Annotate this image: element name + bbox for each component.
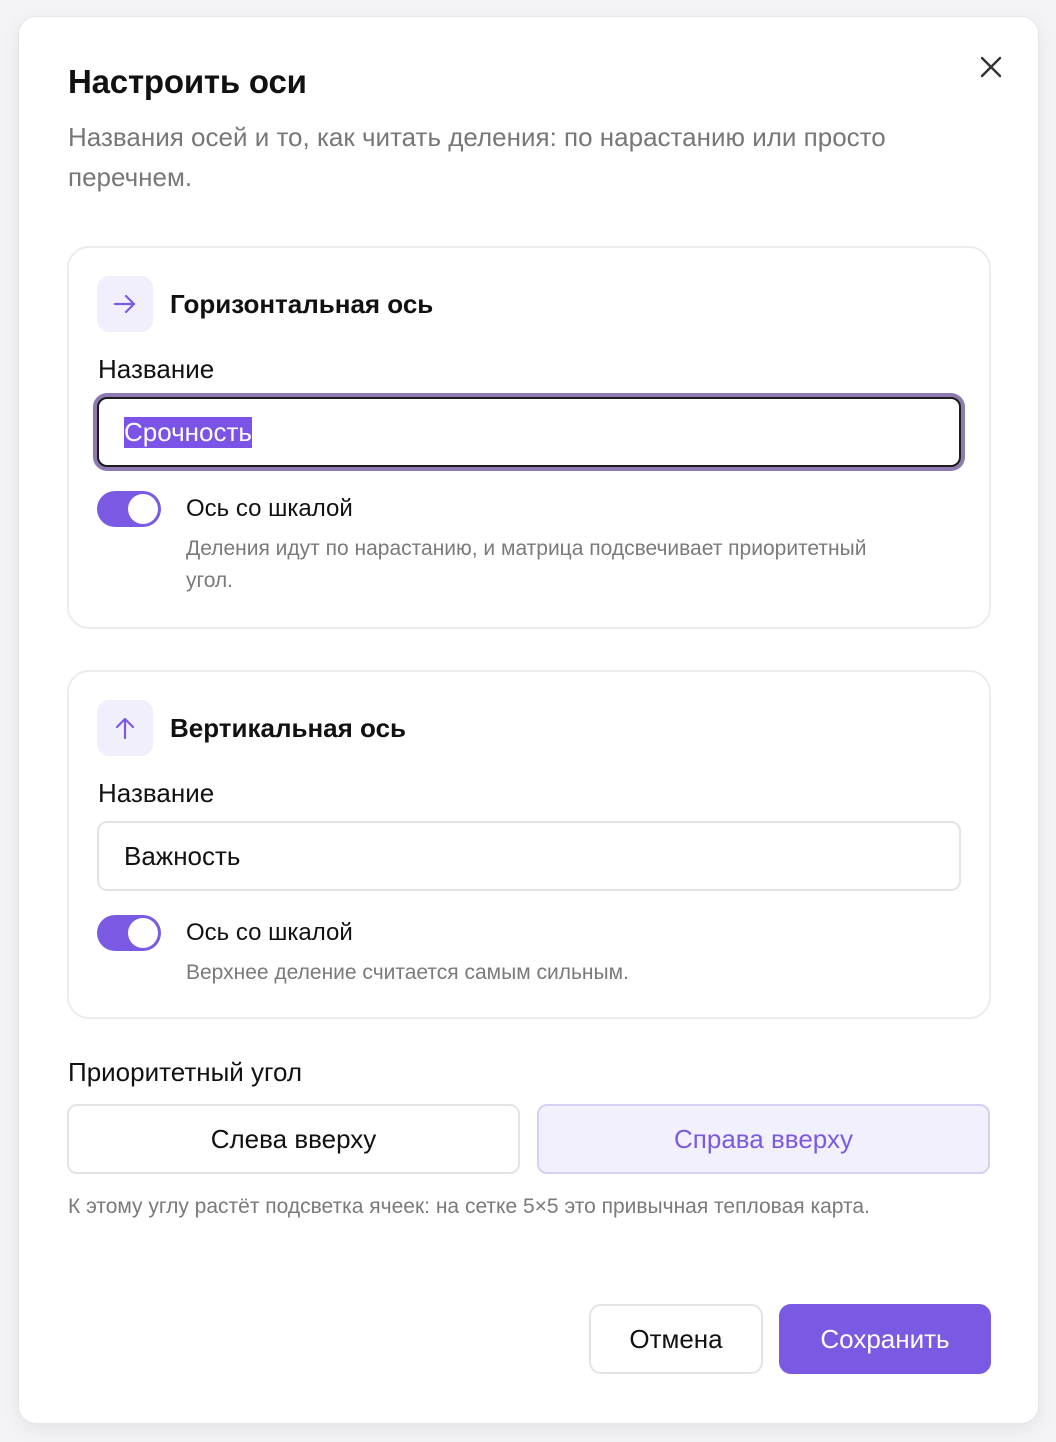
horizontal-axis-title: Горизонтальная ось: [170, 288, 434, 319]
dialog-subtitle: Названия осей и то, как читать деления: …: [68, 122, 886, 192]
toggle-knob: [128, 494, 158, 524]
horizontal-axis-scale-row: Ось со шкалой Деления идут по нарастанию…: [97, 491, 886, 597]
cancel-button[interactable]: Отмена: [589, 1304, 763, 1374]
vertical-axis-scale-row: Ось со шкалой Верхнее деление считается …: [97, 915, 886, 989]
priority-corner-top-left-button[interactable]: Слева вверху: [67, 1104, 520, 1174]
dialog-title: Настроить оси: [68, 63, 307, 100]
horizontal-axis-header: Горизонтальная ось: [97, 276, 433, 332]
priority-corner-label: Приоритетный угол: [68, 1057, 302, 1087]
axes-settings-dialog: Настроить оси Названия осей и то, как чи…: [18, 16, 1039, 1424]
priority-corner-top-right-button[interactable]: Справа вверху: [537, 1104, 990, 1174]
vertical-axis-card: Вертикальная ось Название Важность Ось с…: [67, 670, 991, 1019]
horizontal-axis-card: Горизонтальная ось Название Срочность Ос…: [67, 246, 991, 629]
vertical-axis-scale-label: Ось со шкалой: [186, 919, 353, 946]
vertical-axis-title: Вертикальная ось: [170, 712, 407, 743]
horizontal-axis-name-label: Название: [98, 354, 215, 384]
vertical-axis-scale-description: Верхнее деление считается самым сильным.: [186, 961, 629, 984]
priority-corner-hint: К этому углу растёт подсветка ячеек: на …: [68, 1195, 870, 1218]
vertical-axis-name-input[interactable]: Важность: [97, 821, 961, 891]
arrow-right-icon: [97, 276, 153, 332]
horizontal-axis-scale-description: Деления идут по нарастанию, и матрица по…: [186, 537, 867, 592]
horizontal-axis-name-input[interactable]: Срочность: [97, 397, 961, 467]
horizontal-axis-scale-toggle[interactable]: [97, 491, 161, 527]
vertical-axis-name-label: Название: [98, 778, 215, 808]
vertical-axis-header: Вертикальная ось: [97, 700, 406, 756]
arrow-up-icon: [97, 700, 153, 756]
vertical-axis-name-value: Важность: [124, 840, 241, 871]
horizontal-axis-scale-label: Ось со шкалой: [186, 495, 353, 522]
close-button[interactable]: [975, 51, 1007, 83]
close-icon: [980, 56, 1002, 78]
toggle-knob: [128, 918, 158, 948]
save-button[interactable]: Сохранить: [779, 1304, 991, 1374]
horizontal-axis-name-value: Срочность: [124, 416, 252, 448]
vertical-axis-scale-toggle[interactable]: [97, 915, 161, 951]
